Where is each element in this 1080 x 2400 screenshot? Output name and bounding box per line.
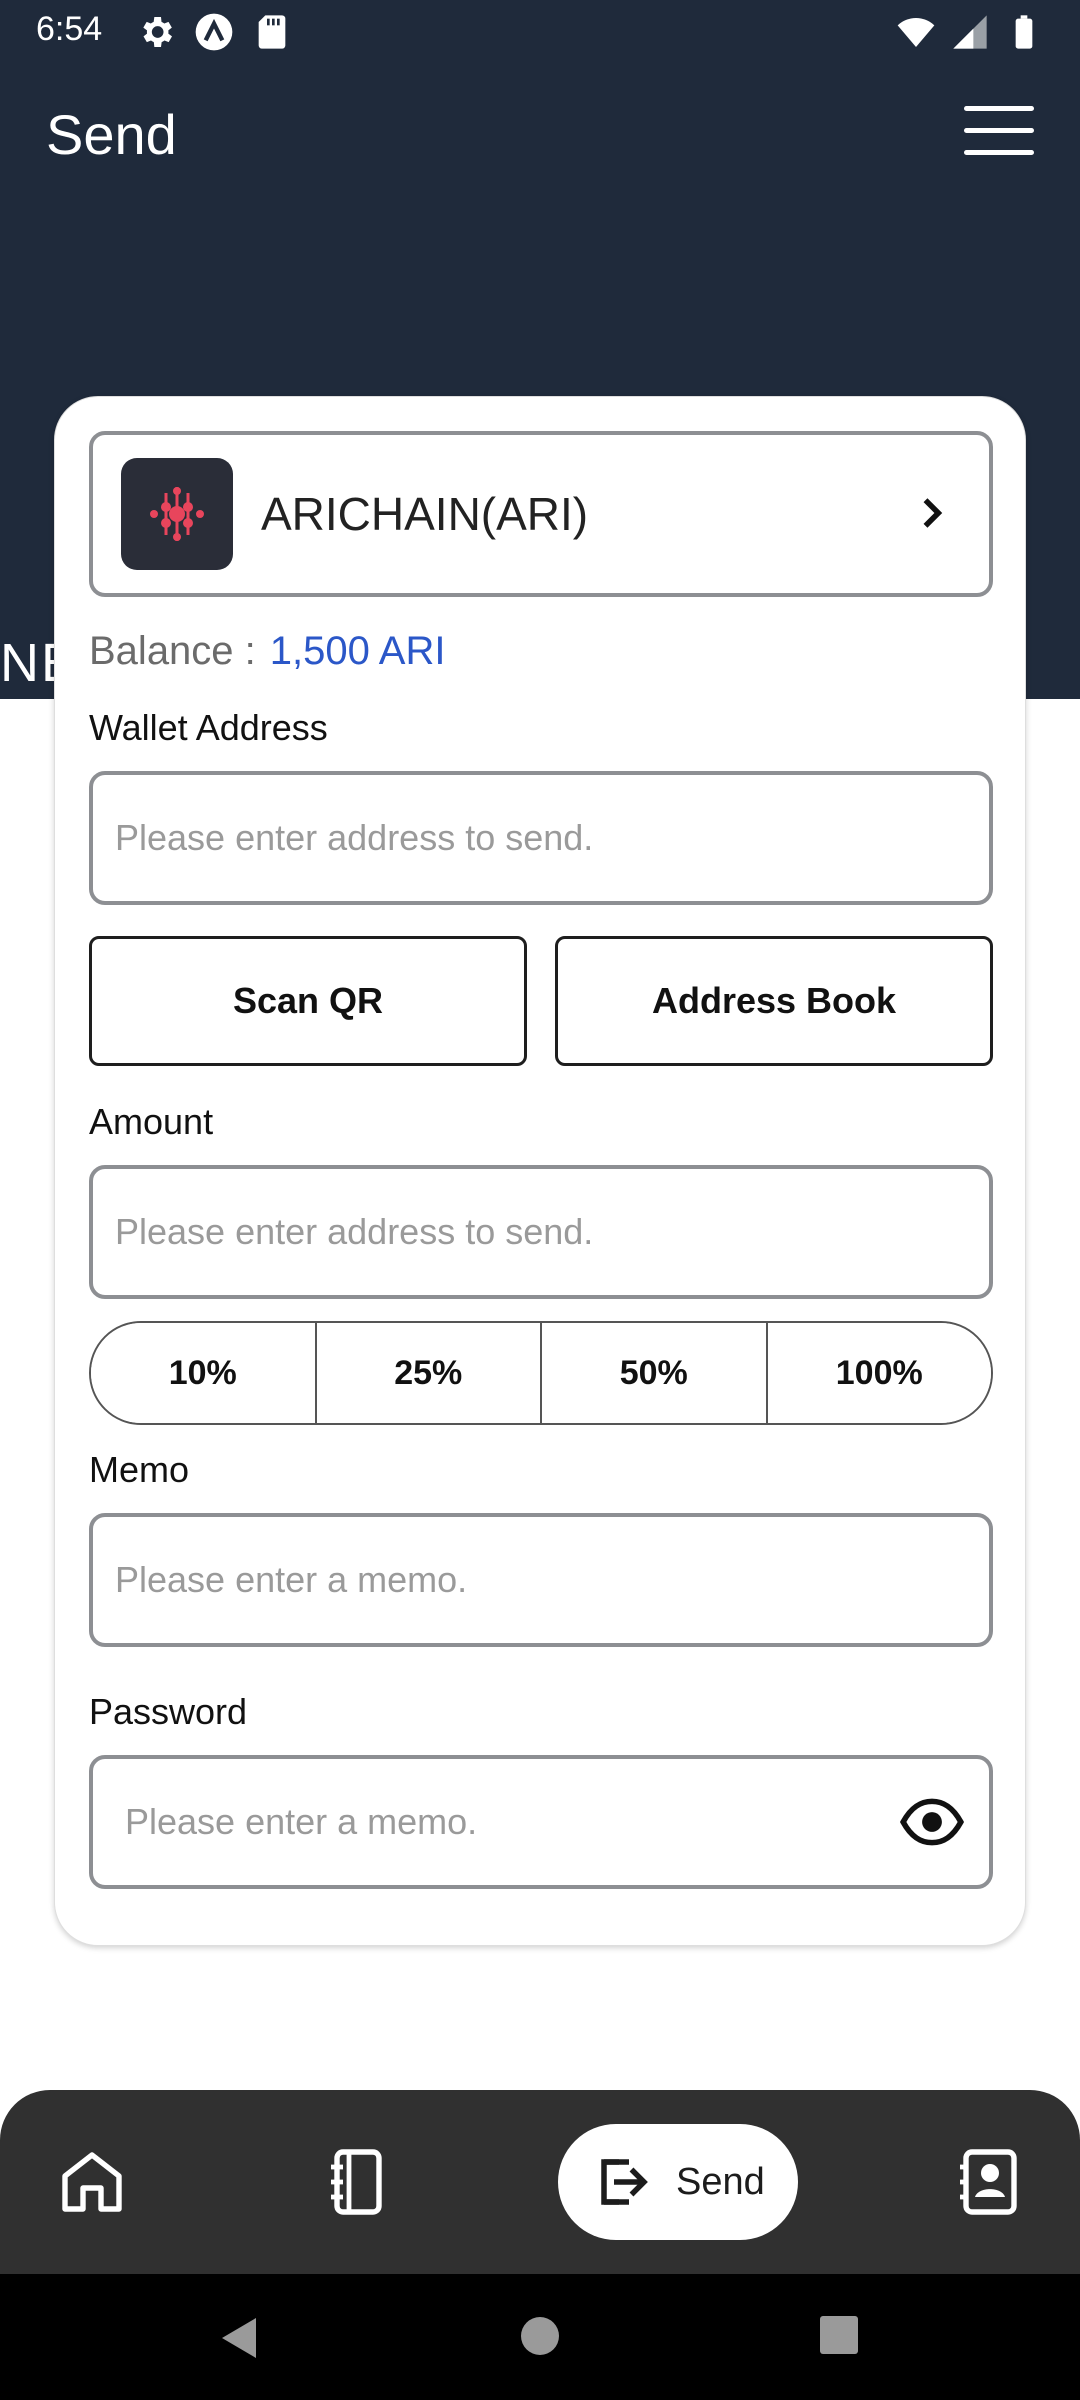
- percent-50-button[interactable]: 50%: [542, 1323, 768, 1423]
- percent-10-button[interactable]: 10%: [91, 1323, 317, 1423]
- send-form-card: ARICHAIN(ARI) Balance : 1,500 ARI Wallet …: [54, 396, 1026, 1946]
- amount-label: Amount: [89, 1101, 214, 1142]
- status-time: 6:54: [36, 10, 103, 48]
- signal-icon: [953, 15, 987, 49]
- percent-100-button[interactable]: 100%: [767, 1323, 991, 1423]
- wallet-address-field[interactable]: [89, 771, 993, 905]
- password-input[interactable]: [125, 1759, 905, 1885]
- percent-selector: 10% 25% 50% 100%: [89, 1321, 993, 1425]
- chevron-right-icon: [923, 498, 943, 528]
- amount-input[interactable]: [115, 1169, 895, 1295]
- coin-selector[interactable]: ARICHAIN(ARI): [89, 431, 993, 597]
- status-bar: 6:54: [0, 0, 1080, 64]
- password-field[interactable]: [89, 1755, 993, 1889]
- percent-25-button[interactable]: 25%: [316, 1323, 542, 1423]
- system-nav-bar: [0, 2274, 1080, 2400]
- sd-card-icon: [258, 15, 286, 49]
- page-title: Send: [46, 103, 177, 166]
- wallet-address-label: Wallet Address: [89, 707, 328, 748]
- memo-input[interactable]: [115, 1517, 895, 1643]
- bottom-nav: Send: [0, 2090, 1080, 2274]
- password-label: Password: [89, 1691, 248, 1732]
- memo-field[interactable]: [89, 1513, 993, 1647]
- contacts-icon[interactable]: [954, 2144, 1026, 2220]
- balance-label: Balance :: [89, 629, 256, 673]
- send-icon: [601, 2159, 648, 2205]
- address-book-button[interactable]: Address Book: [555, 936, 993, 1066]
- battery-icon: [1015, 15, 1033, 49]
- notebook-icon[interactable]: [322, 2144, 394, 2220]
- home-circle-icon[interactable]: [518, 2314, 562, 2358]
- wifi-icon: [897, 18, 935, 47]
- amount-field[interactable]: [89, 1165, 993, 1299]
- balance: Balance : 1,500 ARI: [89, 629, 445, 674]
- memo-label: Memo: [89, 1449, 190, 1490]
- send-nav-button[interactable]: Send: [558, 2124, 798, 2240]
- balance-value: 1,500 ARI: [269, 629, 446, 673]
- hamburger-menu-icon[interactable]: [964, 100, 1034, 160]
- scan-qr-button[interactable]: Scan QR: [89, 936, 527, 1066]
- send-nav-label: Send: [676, 2160, 765, 2203]
- settings-gear-icon: [143, 17, 172, 47]
- home-icon[interactable]: [56, 2144, 128, 2220]
- wallet-address-input[interactable]: [115, 775, 895, 901]
- coin-name: ARICHAIN(ARI): [261, 488, 589, 540]
- eye-icon[interactable]: [899, 1789, 965, 1855]
- app-a-icon: [195, 13, 233, 51]
- arichain-logo-icon: [121, 458, 233, 570]
- recents-icon[interactable]: [818, 2314, 860, 2356]
- back-icon[interactable]: [216, 2314, 260, 2362]
